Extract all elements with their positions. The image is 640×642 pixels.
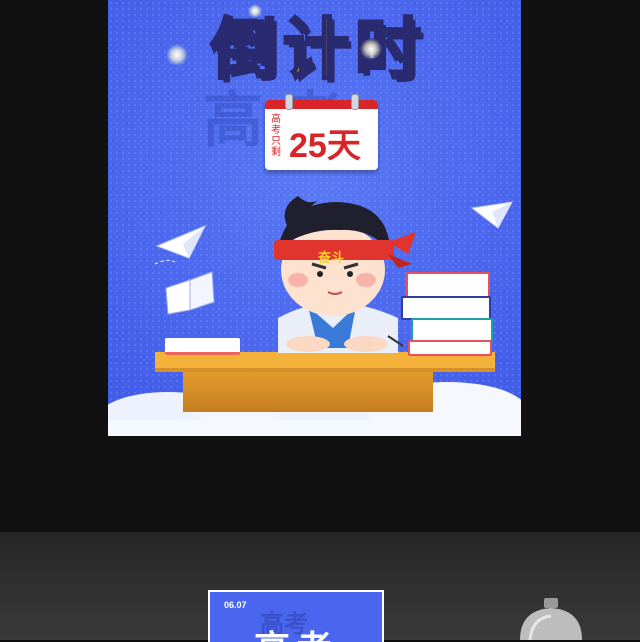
desk-front <box>183 372 433 412</box>
poster-title: 倒计时 <box>210 10 427 90</box>
calendar-side-text: 高考只剩 <box>271 114 281 158</box>
book-icon <box>408 340 492 356</box>
book-icon <box>411 318 493 342</box>
days-remaining: 25天 <box>289 127 361 165</box>
paper-plane-icon <box>154 225 207 265</box>
student-illustration <box>274 196 416 353</box>
countdown-calendar: 高考只剩 25天 <box>265 94 378 170</box>
poster-mockup-thumbnail: 高考 06.07 高考 <box>208 590 384 642</box>
book-icon <box>165 338 240 355</box>
sparkle-icon <box>248 4 262 18</box>
calendar-ring-icon <box>285 94 293 110</box>
calendar-ring-icon <box>351 94 359 110</box>
mockup-date: 06.07 <box>224 600 247 610</box>
mockup-headline: 高考 <box>254 620 338 642</box>
sparkle-icon <box>360 38 382 60</box>
countdown-poster: 高考 倒计时 高考只剩 25天 <box>108 0 521 436</box>
open-book-icon <box>165 271 215 315</box>
sparkle-icon <box>166 44 188 66</box>
paper-plane-icon <box>470 201 513 229</box>
headband-text: 奋斗 <box>318 251 345 266</box>
book-icon <box>406 272 490 298</box>
desk-lamp-icon <box>520 598 582 640</box>
calendar-header <box>265 100 378 109</box>
